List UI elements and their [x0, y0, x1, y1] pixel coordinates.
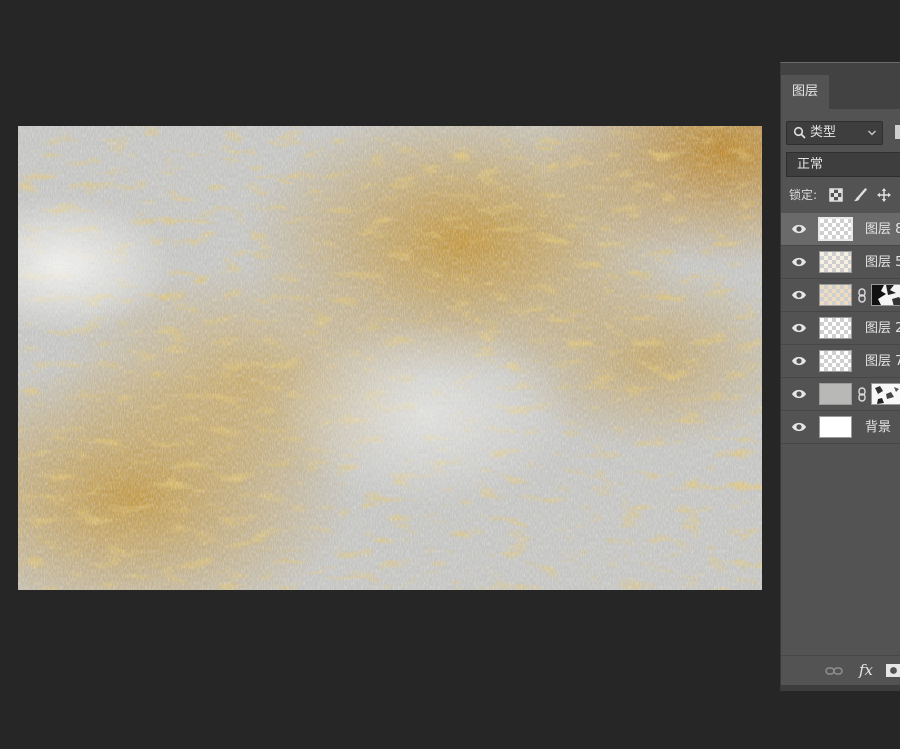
tab-layers[interactable]: 图层	[781, 75, 829, 109]
search-icon	[793, 126, 806, 139]
layer-thumbnail	[819, 416, 852, 438]
layers-panel-footer: fx	[781, 655, 900, 686]
layers-list: 图层 8 图层 5 图层 2 图层 7 背景	[781, 213, 900, 444]
row-divider	[781, 443, 900, 444]
filter-kind-icon[interactable]	[895, 125, 900, 139]
lock-row: 锁定:	[789, 185, 900, 205]
eye-icon[interactable]	[791, 256, 807, 268]
layer-row[interactable]: 背景	[781, 411, 900, 444]
eye-icon[interactable]	[791, 355, 807, 367]
layer-row[interactable]: 图层 8	[781, 213, 900, 246]
lock-image-pixels-icon[interactable]	[853, 188, 867, 202]
layer-mask-thumbnail[interactable]	[871, 284, 900, 306]
blend-mode-value: 正常	[797, 157, 824, 172]
layer-name[interactable]: 图层 8	[865, 213, 900, 246]
layer-thumbnail	[819, 383, 852, 405]
layer-name[interactable]: 图层 2	[865, 312, 900, 345]
add-mask-icon[interactable]	[886, 664, 900, 677]
layer-thumbnail	[819, 350, 852, 372]
layers-panel: 图层 类型 正常 锁定: 图层 8 图层 5 图层 2 图层 7 背景 fx	[780, 62, 900, 691]
panel-tab-bar: 图层	[781, 63, 900, 109]
document-canvas[interactable]	[18, 126, 762, 590]
eye-icon[interactable]	[791, 388, 807, 400]
layer-thumbnail	[819, 284, 852, 306]
filter-label: 类型	[810, 125, 837, 140]
layer-thumbnail	[818, 217, 853, 241]
canvas-artwork	[18, 126, 762, 590]
layer-filter-dropdown[interactable]: 类型	[786, 121, 883, 145]
layer-row[interactable]: 图层 7	[781, 345, 900, 378]
lock-label: 锁定:	[789, 188, 818, 202]
layer-row[interactable]: 图层 2	[781, 312, 900, 345]
eye-icon[interactable]	[791, 289, 807, 301]
link-layers-icon[interactable]	[825, 666, 843, 676]
chevron-down-icon	[868, 130, 876, 136]
lock-transparent-pixels-icon[interactable]	[829, 188, 843, 202]
chain-link-icon[interactable]	[857, 387, 867, 402]
blend-mode-select[interactable]: 正常	[786, 152, 900, 177]
layer-name[interactable]: 图层 5	[865, 246, 900, 279]
lock-position-icon[interactable]	[877, 188, 891, 202]
layer-name[interactable]: 背景	[865, 411, 891, 444]
layer-mask-thumbnail[interactable]	[871, 383, 900, 405]
chain-link-icon[interactable]	[857, 288, 867, 303]
layer-thumbnail	[819, 317, 852, 339]
layer-row[interactable]	[781, 279, 900, 312]
layer-thumbnail	[819, 251, 852, 273]
eye-icon[interactable]	[791, 421, 807, 433]
fx-icon[interactable]: fx	[859, 661, 873, 679]
eye-icon[interactable]	[791, 322, 807, 334]
layer-row[interactable]: 图层 5	[781, 246, 900, 279]
layer-name[interactable]: 图层 7	[865, 345, 900, 378]
eye-icon[interactable]	[791, 223, 807, 235]
panel-bottom-edge	[781, 685, 900, 691]
layer-row[interactable]	[781, 378, 900, 411]
